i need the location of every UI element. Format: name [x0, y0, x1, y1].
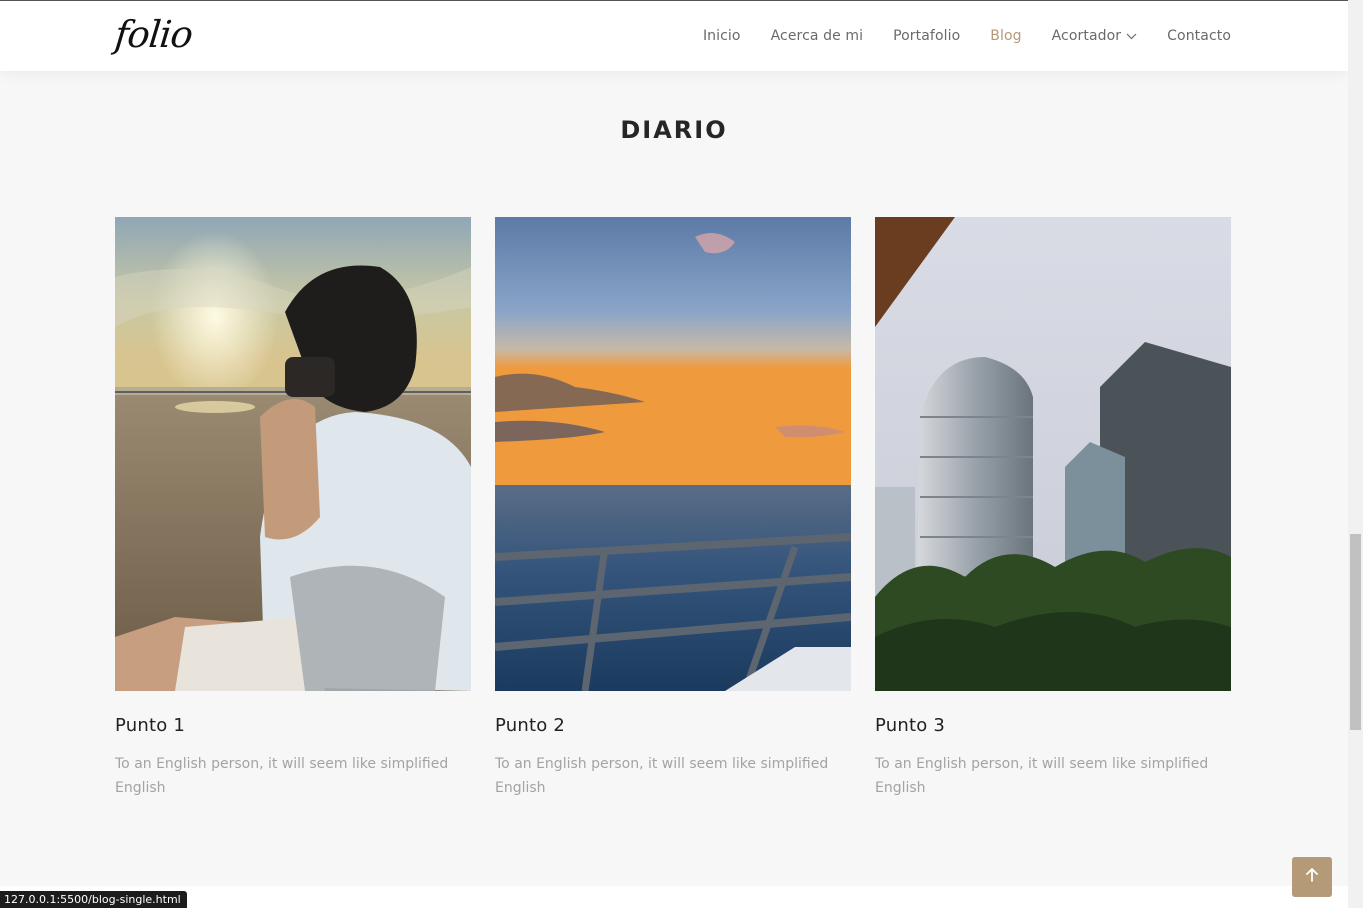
blog-card-1-excerpt: To an English person, it will seem like … [115, 756, 449, 796]
nav-item-contacto[interactable]: Contacto [1167, 28, 1231, 44]
blog-card-3: Punto 3 To an English person, it will se… [875, 217, 1231, 800]
blog-card-2: Punto 2 To an English person, it will se… [495, 217, 851, 800]
main-nav: Inicio Acerca de mi Portafolio Blog Acor… [673, 1, 1231, 71]
scrollbar-thumb[interactable] [1350, 534, 1361, 730]
nav-item-inicio[interactable]: Inicio [703, 28, 741, 44]
site-logo[interactable]: folio [112, 11, 194, 59]
blog-card-1-title[interactable]: Punto 1 [115, 715, 471, 736]
sea-sunset-photo[interactable] [495, 217, 851, 691]
nav-item-acortador[interactable]: Acortador [1052, 28, 1138, 44]
next-section [0, 886, 1348, 908]
nav-item-acortador-label: Acortador [1051, 28, 1122, 44]
beach-photographer-photo[interactable] [115, 217, 471, 691]
status-bar-url: 127.0.0.1:5500/blog-single.html [0, 891, 187, 908]
back-to-top-button[interactable] [1292, 857, 1332, 897]
blog-card-2-title[interactable]: Punto 2 [495, 715, 851, 736]
site-header: folio Inicio Acerca de mi Portafolio Blo… [0, 1, 1348, 71]
chevron-down-icon [1126, 28, 1137, 44]
blog-card-3-title[interactable]: Punto 3 [875, 715, 1231, 736]
blog-card-2-excerpt: To an English person, it will seem like … [495, 756, 829, 796]
skyscrapers-photo[interactable] [875, 217, 1231, 691]
nav-item-portafolio[interactable]: Portafolio [893, 28, 960, 44]
section-title: DIARIO [620, 116, 728, 144]
blog-card-1: Punto 1 To an English person, it will se… [115, 217, 471, 800]
nav-item-blog[interactable]: Blog [990, 28, 1021, 44]
blog-card-3-excerpt: To an English person, it will seem like … [875, 756, 1209, 796]
scrollbar-track[interactable] [1348, 0, 1363, 908]
arrow-up-icon [1304, 867, 1320, 887]
nav-item-acerca-de-mi[interactable]: Acerca de mi [771, 28, 864, 44]
